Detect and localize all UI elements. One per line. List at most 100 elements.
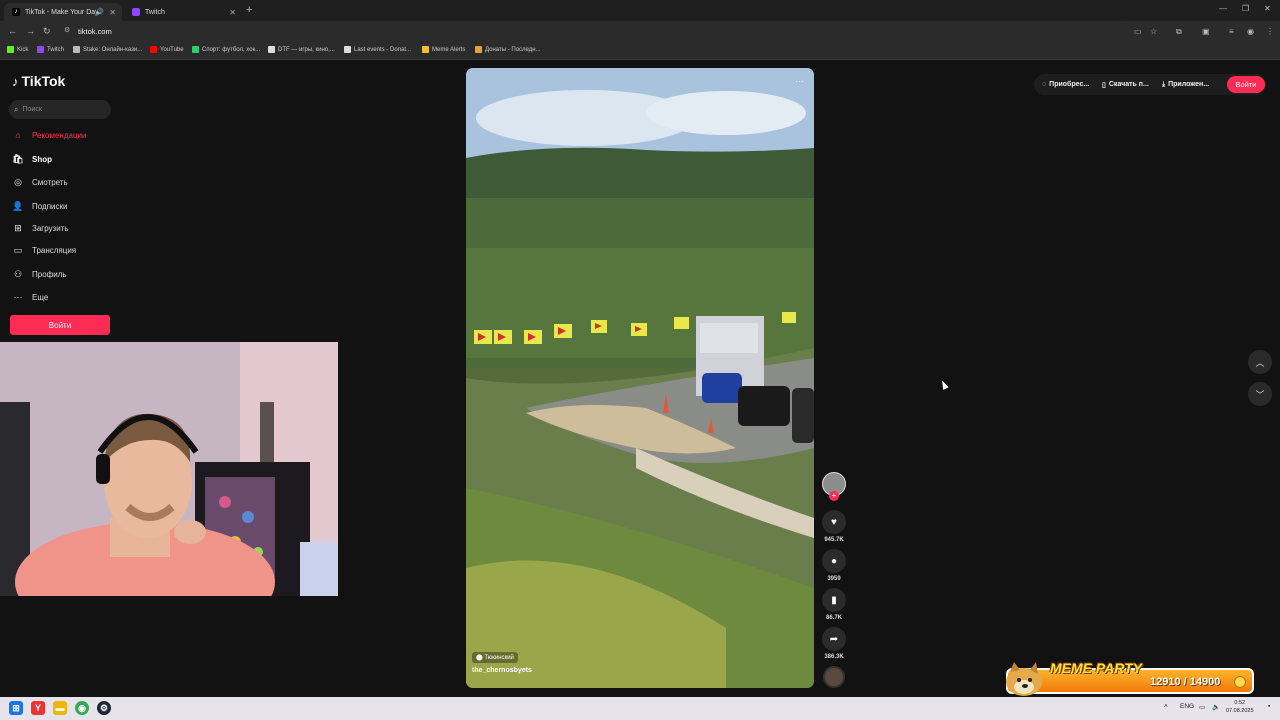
browser-toolbar: ← → ↻ tiktok.com bbox=[0, 21, 1280, 42]
save-button[interactable]: ▮ bbox=[822, 588, 846, 612]
following-icon: 👤 bbox=[12, 200, 24, 211]
previous-video-button[interactable]: ︿ bbox=[1248, 350, 1272, 374]
bookmark-star-icon[interactable]: ☆ bbox=[1150, 27, 1157, 36]
meme-party-progress: 12910 / 14900 bbox=[1150, 676, 1221, 688]
volume-icon[interactable]: 🔈 bbox=[1212, 703, 1220, 711]
bookmark-favicon-icon bbox=[192, 46, 199, 53]
chevron-up-icon: ︿ bbox=[1255, 357, 1265, 368]
network-icon[interactable]: ▭ bbox=[1199, 703, 1205, 711]
webcam-overlay bbox=[0, 342, 338, 596]
chrome-icon[interactable]: ◉ bbox=[75, 701, 89, 715]
nav-item-explore[interactable]: ◎ Смотреть bbox=[12, 175, 68, 189]
follow-plus-icon[interactable]: + bbox=[829, 491, 839, 501]
search-input[interactable] bbox=[22, 106, 103, 113]
upload-icon: ⊞ bbox=[14, 222, 22, 233]
new-tab-icon[interactable]: + bbox=[246, 4, 252, 16]
webcam-image bbox=[0, 342, 338, 596]
home-icon: ⌂ bbox=[15, 130, 21, 140]
nav-item-shop[interactable]: 🛍 Shop bbox=[12, 152, 52, 166]
next-video-button[interactable]: ﹀ bbox=[1248, 382, 1272, 406]
tiktok-logo[interactable]: ♪ TikTok bbox=[12, 73, 65, 89]
doge-icon bbox=[1006, 662, 1042, 696]
tray-chevron-icon[interactable]: ˄ bbox=[1164, 703, 1168, 710]
bookmark-item[interactable]: Meme Alerts bbox=[422, 46, 465, 53]
nav-item-more[interactable]: ··· Еще bbox=[12, 290, 49, 304]
phone-icon: ▯ bbox=[1102, 81, 1106, 89]
more-options-icon[interactable]: ··· bbox=[795, 76, 804, 86]
address-bar[interactable]: tiktok.com bbox=[60, 23, 1130, 40]
speaker-icon[interactable]: 🔊 bbox=[95, 8, 104, 16]
like-button[interactable]: ♥ bbox=[822, 510, 846, 534]
bookmark-label: DTF — игры, кино,... bbox=[278, 46, 335, 53]
bookmark-favicon-icon bbox=[7, 46, 14, 53]
get-coins-button[interactable]: ◌ Приобрес... bbox=[1042, 76, 1089, 93]
close-tab-icon[interactable]: ✕ bbox=[109, 8, 116, 17]
install-icon[interactable]: ▭ bbox=[1134, 27, 1142, 36]
meme-party-widget: MEME PARTY 12910 / 14900 bbox=[1000, 660, 1256, 696]
bookmark-item[interactable]: Донаты - Последн... bbox=[475, 46, 541, 53]
extensions-icon[interactable]: ⧉ bbox=[1176, 27, 1182, 37]
nav-item-profile[interactable]: ⚇ Профиль bbox=[12, 267, 67, 281]
file-explorer-icon[interactable]: ▬ bbox=[53, 701, 67, 715]
clock-date: 07.08.2025 bbox=[1226, 708, 1254, 714]
mouse-cursor-icon bbox=[939, 379, 949, 390]
like-count: 945.7K bbox=[824, 537, 844, 543]
bookmarks-bar: Kick Twitch Stake: Онлайн-кази... YouTub… bbox=[0, 42, 1280, 60]
profile-avatar-icon[interactable]: ◉ bbox=[1247, 27, 1254, 36]
download-app-button[interactable]: ▯ Скачать п... bbox=[1102, 76, 1149, 93]
close-tab-icon[interactable]: ✕ bbox=[229, 8, 236, 17]
back-icon[interactable]: ← bbox=[8, 26, 17, 36]
video-author[interactable]: the_chernosbyets bbox=[472, 667, 532, 674]
media-icon[interactable]: ≡ bbox=[1229, 27, 1234, 36]
restore-icon[interactable]: ❐ bbox=[1242, 4, 1249, 13]
comment-icon: ● bbox=[830, 555, 838, 567]
top-action-label: Приобрес... bbox=[1049, 81, 1090, 88]
yandex-browser-icon[interactable]: Y bbox=[31, 701, 45, 715]
share-button[interactable]: ➦ bbox=[822, 627, 846, 651]
tab-twitch[interactable]: Twitch ✕ bbox=[124, 3, 242, 21]
bookmark-item[interactable]: Спорт: футбол, хок... bbox=[192, 46, 260, 53]
music-disc-icon[interactable] bbox=[823, 666, 845, 688]
notifications-icon[interactable]: ▪ bbox=[1268, 703, 1270, 710]
forward-icon[interactable]: → bbox=[26, 26, 35, 36]
bookmark-label: Stake: Онлайн-кази... bbox=[83, 46, 143, 53]
site-info-icon[interactable]: ⚙ bbox=[64, 26, 70, 34]
steam-icon[interactable]: ⚙ bbox=[97, 701, 111, 715]
nav-item-upload[interactable]: ⊞ Загрузить bbox=[12, 221, 68, 235]
reload-icon[interactable]: ↻ bbox=[43, 26, 51, 37]
app-button[interactable]: ⤓ Приложен... bbox=[1162, 76, 1209, 93]
bookmark-item[interactable]: DTF — игры, кино,... bbox=[268, 46, 335, 53]
bookmark-item[interactable]: YouTube bbox=[150, 46, 184, 53]
minimize-icon[interactable]: — bbox=[1219, 4, 1227, 13]
bookmark-label: YouTube bbox=[160, 46, 184, 53]
top-action-label: Скачать п... bbox=[1108, 81, 1149, 88]
nav-item-recommendations[interactable]: ⌂ Рекомендации bbox=[12, 128, 86, 142]
login-button[interactable]: Войти bbox=[10, 315, 110, 335]
bookmark-item[interactable]: Last events - Donat... bbox=[344, 46, 411, 53]
tiktok-favicon-icon: ♪ bbox=[12, 8, 20, 16]
bookmark-favicon-icon bbox=[422, 46, 429, 53]
comment-button[interactable]: ● bbox=[822, 549, 846, 573]
top-login-button[interactable]: Войти bbox=[1227, 76, 1265, 93]
tab-tiktok[interactable]: ♪ TikTok - Make Your Day 🔊 ✕ bbox=[4, 3, 122, 21]
close-window-icon[interactable]: ✕ bbox=[1264, 4, 1271, 13]
video-player[interactable] bbox=[466, 68, 814, 688]
windows-start-icon[interactable]: ⊞ bbox=[9, 701, 23, 715]
location-tag[interactable]: ⬤ Тюкинский bbox=[472, 652, 518, 663]
tiktok-note-icon: ♪ bbox=[12, 73, 19, 89]
menu-icon[interactable]: ⋮ bbox=[1266, 27, 1274, 36]
system-clock[interactable]: 0:52 07.08.2025 bbox=[1226, 699, 1254, 715]
nav-item-following[interactable]: 👤 Подписки bbox=[12, 199, 67, 213]
bookmark-item[interactable]: Kick bbox=[7, 46, 28, 53]
nav-label: Подписки bbox=[32, 201, 68, 211]
sidebar-icon[interactable]: ▣ bbox=[1202, 27, 1210, 36]
nav-item-live[interactable]: ▭ Трансляция bbox=[12, 243, 76, 257]
language-indicator[interactable]: ENG bbox=[1180, 703, 1194, 710]
comment-count: 3959 bbox=[827, 576, 841, 582]
nav-label: Shop bbox=[32, 154, 52, 164]
bookmark-item[interactable]: Stake: Онлайн-кази... bbox=[73, 46, 142, 53]
nav-label: Профиль bbox=[32, 269, 67, 279]
search-icon[interactable]: ⌕ bbox=[14, 105, 18, 115]
bookmark-item[interactable]: Twitch bbox=[37, 46, 64, 53]
meme-party-title: MEME PARTY bbox=[1050, 660, 1143, 676]
